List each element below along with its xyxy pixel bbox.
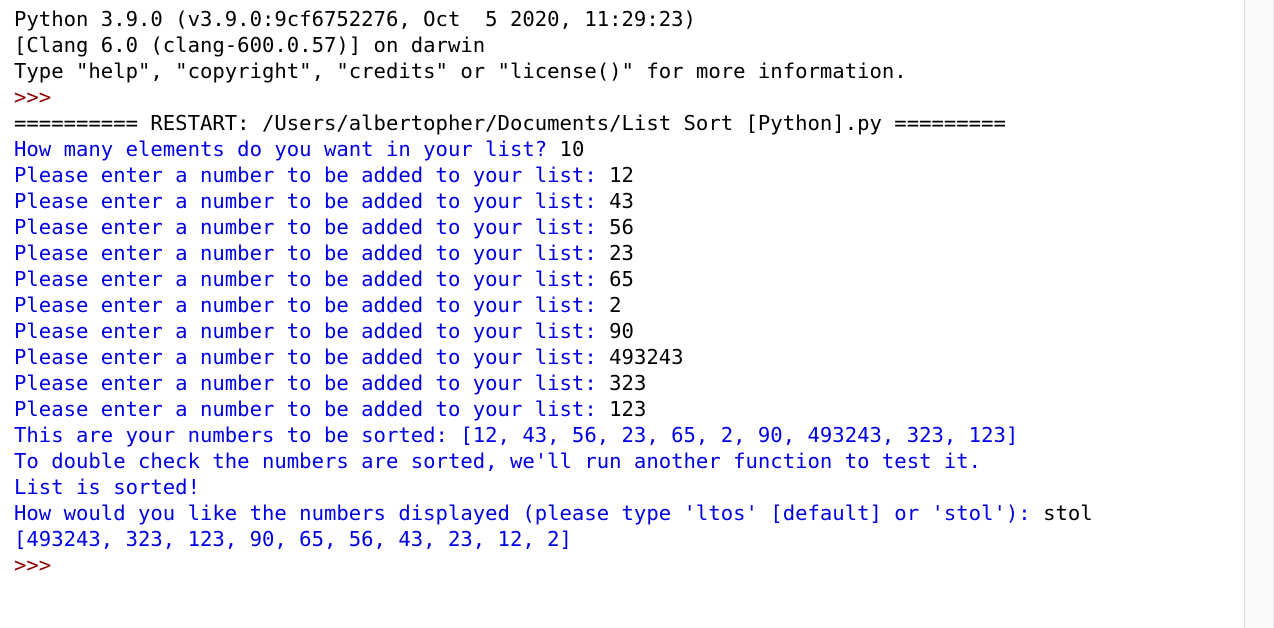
shell-line: [Clang 6.0 (clang-600.0.57)] on darwin [14,32,1244,58]
stdout-text: 493243 [609,345,684,369]
shell-line: >>> [14,552,1244,578]
shell-line: [493243, 323, 123, 90, 65, 56, 43, 23, 1… [14,526,1244,552]
program-output-text: This are your numbers to be sorted: [12,… [14,423,1019,447]
program-output-text: How would you like the numbers displayed… [14,501,1044,525]
shell-line: >>> [14,84,1244,110]
shell-line: How would you like the numbers displayed… [14,500,1244,526]
shell-line: Please enter a number to be added to you… [14,162,1244,188]
program-output-text: List is sorted! [14,475,200,499]
shell-line: Please enter a number to be added to you… [14,396,1244,422]
program-output-text: Please enter a number to be added to you… [14,241,610,265]
shell-line: How many elements do you want in your li… [14,136,1244,162]
shell-line: Please enter a number to be added to you… [14,266,1244,292]
shell-line: Python 3.9.0 (v3.9.0:9cf6752276, Oct 5 2… [14,6,1244,32]
shell-line: To double check the numbers are sorted, … [14,448,1244,474]
shell-prompt: >>> [14,553,52,577]
shell-line: Please enter a number to be added to you… [14,292,1244,318]
program-output-text: [493243, 323, 123, 90, 65, 56, 43, 23, 1… [14,527,572,551]
stdout-text: 56 [609,215,634,239]
vertical-scrollbar[interactable] [1244,0,1274,628]
stdout-text: 323 [609,371,647,395]
program-output-text: Please enter a number to be added to you… [14,215,610,239]
stdout-text: 2 [609,293,622,317]
stdout-text: stol [1043,501,1093,525]
stdout-text: 43 [609,189,634,213]
stdout-text: 12 [609,163,634,187]
shell-line: Please enter a number to be added to you… [14,370,1244,396]
stdout-text: 90 [609,319,634,343]
stdout-text: 65 [609,267,634,291]
stdout-text: Type "help", "copyright", "credits" or "… [14,59,907,83]
shell-line: Please enter a number to be added to you… [14,214,1244,240]
program-output-text: Please enter a number to be added to you… [14,267,610,291]
shell-line: Type "help", "copyright", "credits" or "… [14,58,1244,84]
shell-line: Please enter a number to be added to you… [14,240,1244,266]
shell-line: This are your numbers to be sorted: [12,… [14,422,1244,448]
shell-line: Please enter a number to be added to you… [14,188,1244,214]
shell-line: Please enter a number to be added to you… [14,318,1244,344]
shell-line: List is sorted! [14,474,1244,500]
stdout-text: [Clang 6.0 (clang-600.0.57)] on darwin [14,33,486,57]
stdout-text: Python 3.9.0 (v3.9.0:9cf6752276, Oct 5 2… [14,7,696,31]
shell-line: Please enter a number to be added to you… [14,344,1244,370]
program-output-text: Please enter a number to be added to you… [14,163,610,187]
stdout-text: 10 [559,137,585,161]
program-output-text: Please enter a number to be added to you… [14,189,610,213]
idle-shell-window: Python 3.9.0 (v3.9.0:9cf6752276, Oct 5 2… [0,0,1274,628]
stdout-text: ========== RESTART: /Users/albertopher/D… [14,111,1006,135]
shell-output-area[interactable]: Python 3.9.0 (v3.9.0:9cf6752276, Oct 5 2… [0,0,1244,628]
shell-prompt: >>> [14,85,52,109]
stdout-text: 23 [609,241,634,265]
program-output-text: How many elements do you want in your li… [14,137,560,161]
program-output-text: Please enter a number to be added to you… [14,397,610,421]
program-output-text: Please enter a number to be added to you… [14,345,610,369]
program-output-text: Please enter a number to be added to you… [14,371,610,395]
program-output-text: To double check the numbers are sorted, … [14,449,982,473]
program-output-text: Please enter a number to be added to you… [14,319,610,343]
shell-line: ========== RESTART: /Users/albertopher/D… [14,110,1244,136]
stdout-text: 123 [609,397,647,421]
program-output-text: Please enter a number to be added to you… [14,293,610,317]
